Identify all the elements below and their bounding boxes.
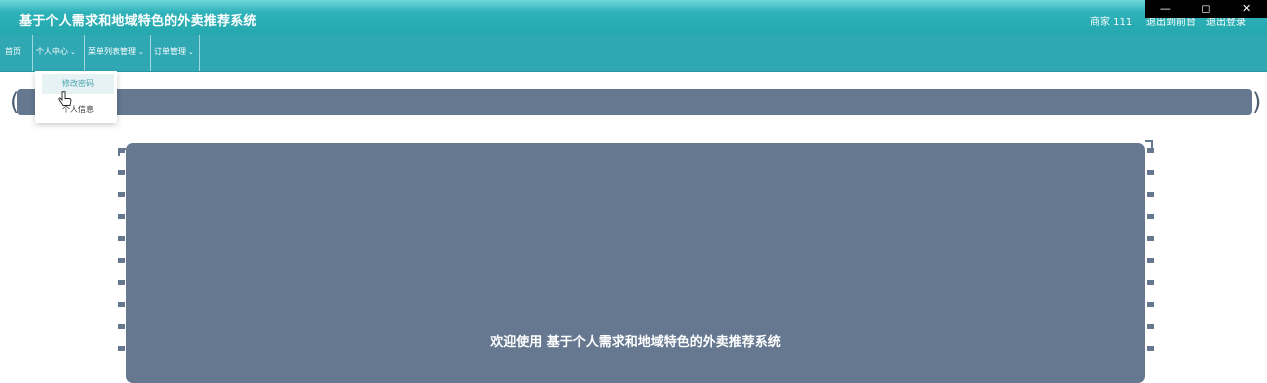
right-bracket-decoration: ) <box>1252 88 1262 116</box>
personal-center-dropdown: 修改密码 个人信息 <box>35 71 117 123</box>
notch-decoration <box>118 192 125 197</box>
notch-decoration <box>118 302 125 307</box>
corner-decoration <box>1145 140 1153 148</box>
left-notch-decoration <box>118 148 126 369</box>
notch-decoration <box>1147 236 1154 241</box>
nav-personal-center[interactable]: 个人中心 ⌄ <box>33 35 85 71</box>
current-user-label: 商家 111 <box>1090 17 1133 28</box>
corner-decoration <box>118 148 126 156</box>
notch-decoration <box>118 236 125 241</box>
notch-decoration <box>1147 280 1154 285</box>
hand-cursor-icon <box>58 91 72 106</box>
close-icon[interactable]: ✕ <box>1227 0 1267 18</box>
nav-personal-label: 个人中心 <box>36 47 68 56</box>
nav-menu-list[interactable]: 菜单列表管理 ⌄ <box>85 35 151 71</box>
top-header: 基于个人需求和地域特色的外卖推荐系统 商家 111 退出到前台 退出登录 <box>0 0 1267 35</box>
nav-home[interactable]: 首页 <box>2 35 33 71</box>
nav-menu-label: 菜单列表管理 <box>88 47 136 56</box>
dropdown-item-change-password[interactable]: 修改密码 <box>42 74 114 94</box>
notch-decoration <box>1147 148 1154 153</box>
chevron-down-icon: ⌄ <box>70 48 76 56</box>
breadcrumb <box>17 89 1252 115</box>
main-nav: 首页 个人中心 ⌄ 菜单列表管理 ⌄ 订单管理 ⌄ <box>0 35 1267 72</box>
notch-decoration <box>118 280 125 285</box>
nav-order-label: 订单管理 <box>154 47 186 56</box>
notch-decoration <box>1147 346 1154 351</box>
right-notch-decoration <box>1146 148 1154 369</box>
chevron-down-icon: ⌄ <box>188 48 194 56</box>
notch-decoration <box>1147 214 1154 219</box>
notch-decoration <box>1147 192 1154 197</box>
window-controls: — ◻ ✕ <box>1145 0 1267 18</box>
notch-decoration <box>1147 258 1154 263</box>
restore-icon[interactable]: ◻ <box>1186 0 1226 18</box>
welcome-message: 欢迎使用 基于个人需求和地域特色的外卖推荐系统 <box>490 335 781 350</box>
notch-decoration <box>1147 302 1154 307</box>
nav-home-label: 首页 <box>5 47 21 56</box>
notch-decoration <box>118 214 125 219</box>
notch-decoration <box>1147 324 1154 329</box>
nav-order[interactable]: 订单管理 ⌄ <box>151 35 200 71</box>
chevron-down-icon: ⌄ <box>138 48 144 56</box>
notch-decoration <box>118 346 125 351</box>
minimize-icon[interactable]: — <box>1145 0 1185 18</box>
dropdown-item-personal-info[interactable]: 个人信息 <box>42 100 114 120</box>
notch-decoration <box>118 258 125 263</box>
notch-decoration <box>118 324 125 329</box>
notch-decoration <box>118 170 125 175</box>
notch-decoration <box>1147 170 1154 175</box>
welcome-panel: 欢迎使用 基于个人需求和地域特色的外卖推荐系统 <box>126 143 1145 383</box>
app-title: 基于个人需求和地域特色的外卖推荐系统 <box>19 14 257 29</box>
